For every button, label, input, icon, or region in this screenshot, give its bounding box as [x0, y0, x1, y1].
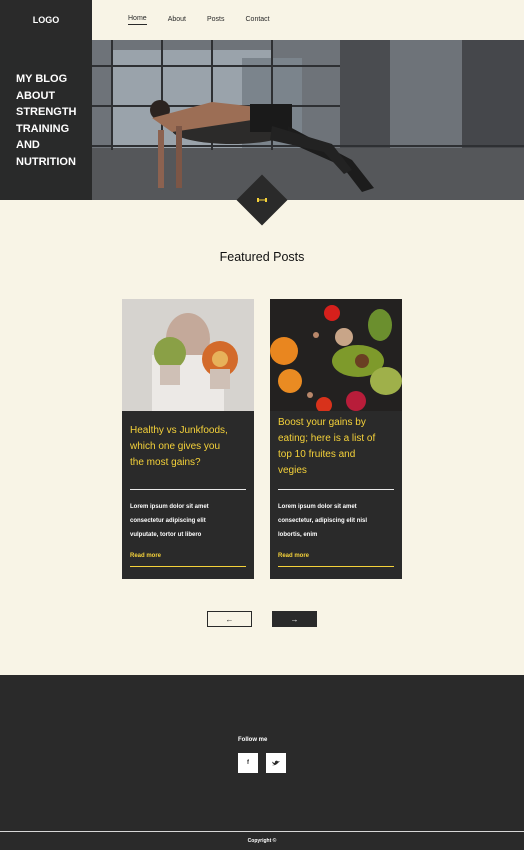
- read-more-underline: [130, 566, 246, 567]
- facebook-icon[interactable]: f: [238, 753, 258, 773]
- footer-divider: [0, 831, 524, 832]
- twitter-icon[interactable]: [266, 753, 286, 773]
- post-card[interactable]: Healthy vs Junkfoods, which one gives yo…: [122, 299, 254, 579]
- next-page-button[interactable]: →: [272, 611, 317, 627]
- post-excerpt: Lorem ipsum dolor sit amet consectetur, …: [278, 504, 368, 538]
- main-nav: Home About Posts Contact: [128, 0, 291, 40]
- copyright: Copyright ©: [247, 838, 277, 844]
- hero-title: MY BLOG ABOUT STRENGTH TRAINING AND NUTR…: [16, 73, 77, 168]
- hero-photo: [92, 40, 524, 200]
- post-divider: [278, 489, 394, 490]
- read-more-link[interactable]: Read more: [278, 553, 309, 559]
- section-title: Featured Posts: [219, 250, 305, 264]
- read-more-underline: [278, 566, 394, 567]
- prev-page-button[interactable]: ←: [207, 611, 252, 627]
- post-excerpt: Lorem ipsum dolor sit amet consectetur a…: [130, 504, 209, 538]
- arrow-right-icon: →: [290, 614, 299, 624]
- post-divider: [130, 489, 246, 490]
- arrow-left-icon: ←: [225, 614, 234, 624]
- post-card[interactable]: Boost your gains by eating; here is a li…: [270, 299, 402, 579]
- dumbbell-icon: [255, 193, 269, 207]
- post-image: [270, 299, 402, 411]
- nav-contact[interactable]: Contact: [246, 16, 270, 25]
- nav-about[interactable]: About: [168, 16, 186, 25]
- logo[interactable]: LOGO: [0, 0, 92, 40]
- footer: Follow me f Copyright ©: [0, 675, 524, 850]
- post-image: [122, 299, 254, 411]
- post-title[interactable]: Healthy vs Junkfoods, which one gives yo…: [130, 423, 246, 471]
- post-title[interactable]: Boost your gains by eating; here is a li…: [278, 415, 394, 479]
- hero-overlay: MY BLOG ABOUT STRENGTH TRAINING AND NUTR…: [0, 40, 92, 200]
- follow-label: Follow me: [238, 737, 268, 743]
- nav-home[interactable]: Home: [128, 15, 147, 25]
- read-more-link[interactable]: Read more: [130, 553, 161, 559]
- nav-posts[interactable]: Posts: [207, 16, 225, 25]
